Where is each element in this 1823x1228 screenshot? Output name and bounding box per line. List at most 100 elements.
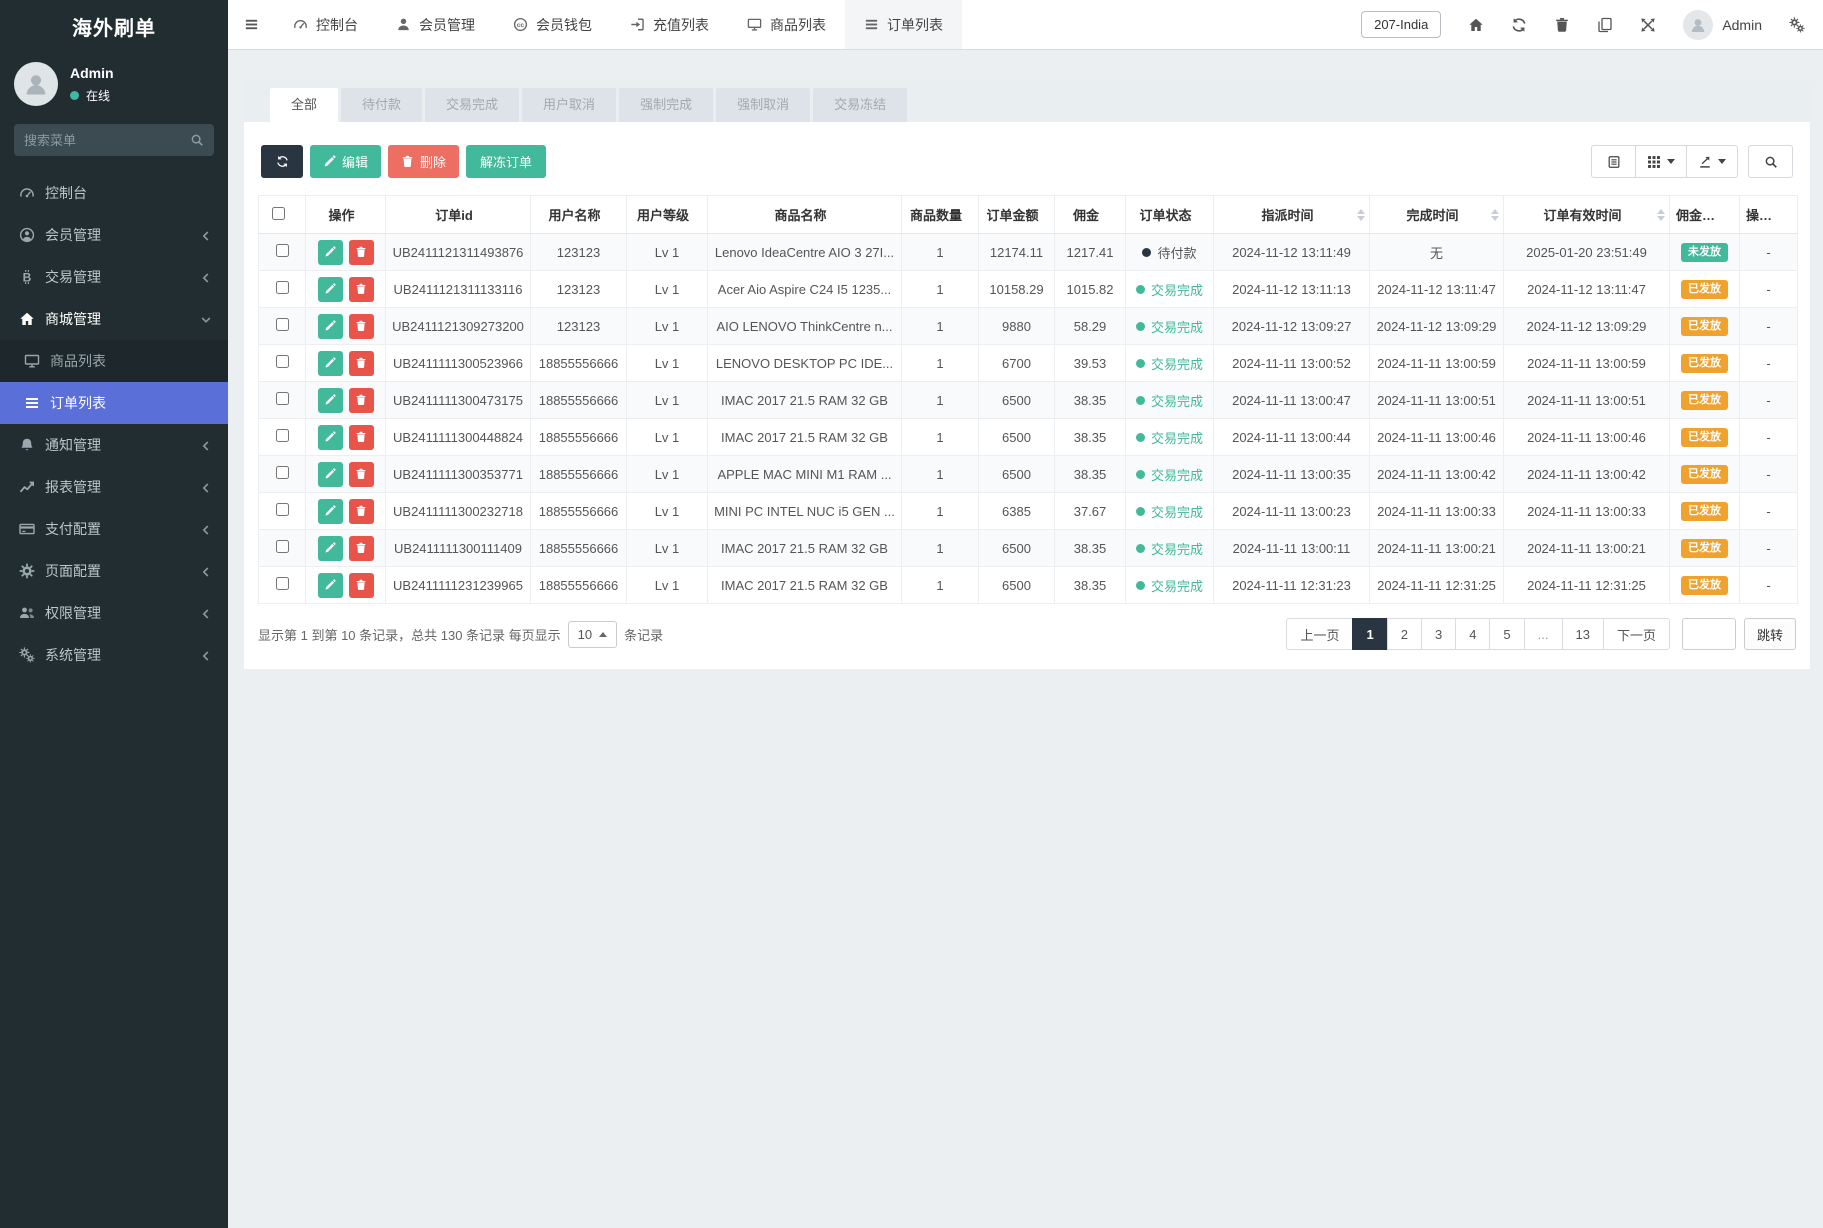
row-checkbox[interactable] <box>275 281 289 294</box>
row-checkbox[interactable] <box>275 355 289 368</box>
row-delete-button[interactable] <box>348 535 374 561</box>
tab-all[interactable]: 全部 <box>270 88 339 122</box>
page-button-page-4[interactable]: 4 <box>1455 618 1491 650</box>
grid-view-button[interactable] <box>1635 145 1687 178</box>
tab-force-completed[interactable]: 强制完成 <box>619 88 714 122</box>
row-checkbox[interactable] <box>275 503 289 516</box>
page-button-next[interactable]: 下一页 <box>1602 618 1670 650</box>
detail-icon <box>1607 155 1621 169</box>
status-label: 交易完成 <box>1150 393 1203 409</box>
sidebar-item-notifications[interactable]: 通知管理 <box>0 424 228 466</box>
col-completed[interactable]: 完成时间 <box>1369 195 1504 234</box>
row-delete-button[interactable] <box>348 498 374 524</box>
row-delete-button[interactable] <box>348 424 374 450</box>
jump-button[interactable]: 跳转 <box>1743 618 1796 650</box>
row-edit-button[interactable] <box>317 276 343 302</box>
row-checkbox[interactable] <box>275 429 289 442</box>
row-checkbox[interactable] <box>275 392 289 405</box>
row-checkbox[interactable] <box>275 244 289 257</box>
row-delete-button[interactable] <box>348 276 374 302</box>
row-edit-button[interactable] <box>317 239 343 265</box>
sidebar-item-dashboard[interactable]: 控制台 <box>0 172 228 214</box>
page-button-page-13[interactable]: 13 <box>1561 618 1604 650</box>
row-edit-button[interactable] <box>317 424 343 450</box>
checkbox-cell <box>258 418 306 456</box>
row-edit-button[interactable] <box>317 461 343 487</box>
nav-item-dashboard[interactable]: 控制台 <box>274 0 377 49</box>
environment-badge[interactable]: 207-India <box>1361 11 1442 38</box>
admin-menu[interactable]: Admin <box>1683 9 1762 40</box>
tab-pending-payment[interactable]: 待付款 <box>341 88 423 122</box>
col-operator: 操作员 <box>1739 195 1798 234</box>
page-button-page-5[interactable]: 5 <box>1489 618 1525 650</box>
refresh-button[interactable] <box>261 145 303 178</box>
assigned-time-cell: 2024-11-11 13:00:47 <box>1213 381 1370 419</box>
row-edit-button[interactable] <box>317 535 343 561</box>
sidebar-toggle-button[interactable] <box>228 0 274 49</box>
row-delete-button[interactable] <box>348 350 374 376</box>
sidebar-item-mall[interactable]: 商城管理 <box>0 298 228 340</box>
sort-icon[interactable] <box>1491 208 1499 221</box>
sidebar-item-payment-config[interactable]: 支付配置 <box>0 508 228 550</box>
page-button-page-2[interactable]: 2 <box>1386 618 1422 650</box>
nav-item-wallets[interactable]: cc 会员钱包 <box>494 0 611 49</box>
tab-frozen[interactable]: 交易冻结 <box>813 88 908 122</box>
sort-icon[interactable] <box>1357 208 1365 221</box>
menu-search-input[interactable] <box>24 132 184 148</box>
tab-completed[interactable]: 交易完成 <box>425 88 520 122</box>
row-edit-button[interactable] <box>317 350 343 376</box>
row-checkbox[interactable] <box>275 466 289 479</box>
nav-item-orders[interactable]: 订单列表 <box>845 0 962 49</box>
sidebar-item-permissions[interactable]: 权限管理 <box>0 592 228 634</box>
nav-item-recharge[interactable]: 充值列表 <box>611 0 728 49</box>
detail-view-button[interactable] <box>1591 145 1636 178</box>
row-delete-button[interactable] <box>348 461 374 487</box>
sidebar-item-system[interactable]: 系统管理 <box>0 634 228 676</box>
nav-item-products[interactable]: 商品列表 <box>728 0 845 49</box>
page-button-ellipsis[interactable]: ... <box>1523 618 1563 650</box>
row-edit-button[interactable] <box>317 313 343 339</box>
tab-force-cancelled[interactable]: 强制取消 <box>716 88 811 122</box>
trash-icon[interactable] <box>1554 17 1570 33</box>
row-checkbox[interactable] <box>275 318 289 331</box>
product-cell: IMAC 2017 21.5 RAM 32 GB <box>707 381 902 419</box>
page-button-page-1[interactable]: 1 <box>1352 618 1388 650</box>
unfreeze-order-button[interactable]: 解冻订单 <box>466 145 547 178</box>
search-button[interactable] <box>1748 145 1793 178</box>
sort-icon[interactable] <box>1657 208 1665 221</box>
sidebar-item-members[interactable]: 会员管理 <box>0 214 228 256</box>
tab-user-cancelled[interactable]: 用户取消 <box>522 88 617 122</box>
row-delete-button[interactable] <box>348 572 374 598</box>
jump-page-input[interactable] <box>1681 618 1736 650</box>
sidebar-item-reports[interactable]: 报表管理 <box>0 466 228 508</box>
row-checkbox[interactable] <box>275 540 289 553</box>
order-id-cell: UB2411111300473175 <box>385 381 531 419</box>
row-checkbox[interactable] <box>275 577 289 590</box>
expand-icon[interactable] <box>1640 17 1656 33</box>
row-edit-button[interactable] <box>317 498 343 524</box>
sidebar-item-page-config[interactable]: 页面配置 <box>0 550 228 592</box>
page-button-page-3[interactable]: 3 <box>1420 618 1457 650</box>
export-button[interactable] <box>1686 145 1738 178</box>
sidebar-item-product-list[interactable]: 商品列表 <box>0 340 228 382</box>
search-icon[interactable] <box>190 133 204 147</box>
sidebar-item-order-list[interactable]: 订单列表 <box>0 382 228 424</box>
edit-button[interactable]: 编辑 <box>310 145 382 178</box>
row-edit-button[interactable] <box>317 572 343 598</box>
select-all-checkbox[interactable] <box>271 206 285 220</box>
home-icon[interactable] <box>1468 17 1484 33</box>
page-button-prev[interactable]: 上一页 <box>1286 618 1354 650</box>
delete-button[interactable]: 删除 <box>388 145 460 178</box>
copy-icon[interactable] <box>1597 17 1613 33</box>
page-size-dropdown[interactable]: 10 <box>567 620 618 648</box>
nav-item-members[interactable]: 会员管理 <box>377 0 494 49</box>
col-valid[interactable]: 订单有效时间 <box>1503 195 1670 234</box>
settings-icon[interactable] <box>1789 16 1805 33</box>
row-delete-button[interactable] <box>348 239 374 265</box>
row-edit-button[interactable] <box>317 387 343 413</box>
row-delete-button[interactable] <box>348 387 374 413</box>
refresh-icon[interactable] <box>1511 17 1527 33</box>
col-assigned[interactable]: 指派时间 <box>1213 195 1370 234</box>
sidebar-item-transactions[interactable]: B 交易管理 <box>0 256 228 298</box>
row-delete-button[interactable] <box>348 313 374 339</box>
